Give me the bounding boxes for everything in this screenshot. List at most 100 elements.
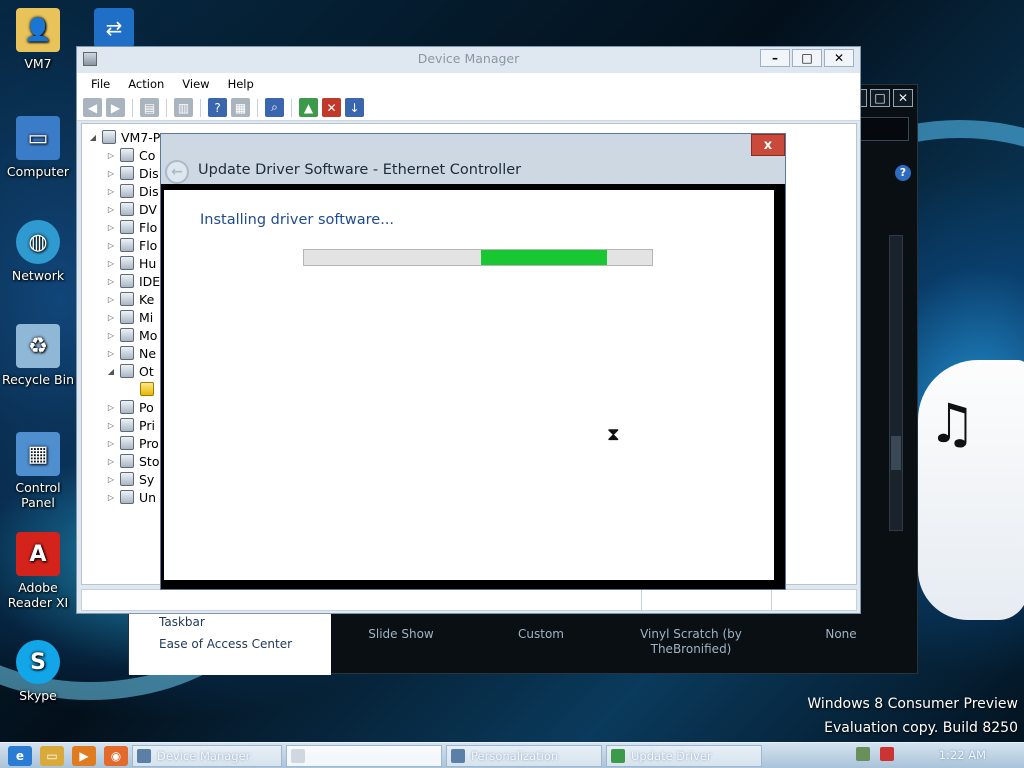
- expand-arrow-icon[interactable]: ▷: [106, 349, 116, 358]
- tree-item[interactable]: ▷ DV: [106, 200, 157, 218]
- close-button[interactable]: x: [751, 134, 785, 156]
- help-icon[interactable]: ?: [895, 165, 911, 181]
- update-driver-icon[interactable]: ▲: [299, 98, 318, 117]
- menu-bar: File Action View Help: [77, 73, 860, 95]
- maximize-button[interactable]: □: [870, 89, 890, 107]
- tree-item[interactable]: ▷ Po: [106, 398, 154, 416]
- enable-device-icon[interactable]: ↓: [345, 98, 364, 117]
- tree-item[interactable]: ▷ Mi: [106, 308, 153, 326]
- taskbar-task-update-driver[interactable]: Update Driver: [606, 744, 762, 767]
- expand-arrow-icon[interactable]: ▷: [106, 259, 116, 268]
- tree-item[interactable]: ▷ Mo: [106, 326, 158, 344]
- tree-item[interactable]: ▷ Pro: [106, 434, 159, 452]
- tree-item[interactable]: ▷ IDE: [106, 272, 160, 290]
- menu-view[interactable]: View: [176, 73, 221, 95]
- desktop-icon-adobe-reader[interactable]: A Adobe Reader XI: [0, 532, 76, 610]
- tree-item[interactable]: ▷ Un: [106, 488, 156, 506]
- theme-scrollbar[interactable]: [889, 235, 903, 531]
- expand-arrow-icon[interactable]: ▷: [106, 457, 116, 466]
- scrollbar-thumb[interactable]: [891, 436, 901, 470]
- tree-item-other-devices[interactable]: ◢ Ot: [106, 362, 154, 380]
- expand-arrow-icon[interactable]: ▷: [106, 313, 116, 322]
- device-category-icon: [120, 220, 134, 234]
- desktop-icon-recycle-bin[interactable]: ♻ Recycle Bin: [0, 324, 76, 387]
- expand-arrow-icon[interactable]: ▷: [106, 295, 116, 304]
- action-pane-icon[interactable]: ▦: [231, 98, 250, 117]
- back-arrow-icon[interactable]: ←: [165, 160, 189, 184]
- update-driver-dialog[interactable]: x ← Update Driver Software - Ethernet Co…: [160, 133, 786, 590]
- menu-help[interactable]: Help: [222, 73, 266, 95]
- desktop-icon-network[interactable]: ◍ Network: [0, 220, 76, 283]
- desktop-icon-computer[interactable]: ▭ Computer: [0, 116, 76, 179]
- search-input[interactable]: [859, 117, 909, 141]
- tree-item[interactable]: ▷ Sto: [106, 452, 160, 470]
- desktop-icon-control-panel[interactable]: ▦ Control Panel: [0, 432, 76, 510]
- tree-root[interactable]: ◢ VM7-PC: [88, 128, 169, 146]
- help-icon[interactable]: ?: [208, 98, 227, 117]
- expand-arrow-icon[interactable]: ▷: [106, 403, 116, 412]
- device-category-icon: [120, 436, 134, 450]
- theme-none[interactable]: None: [771, 613, 911, 669]
- status-bar: [81, 589, 857, 611]
- properties-icon[interactable]: ▥: [174, 98, 193, 117]
- theme-slide-show[interactable]: Slide Show: [331, 613, 471, 669]
- tree-item[interactable]: ▷ Ke: [106, 290, 154, 308]
- link-taskbar[interactable]: Taskbar: [129, 611, 331, 633]
- forward-arrow-icon[interactable]: ▶: [106, 98, 125, 117]
- expand-arrow-icon[interactable]: ▷: [106, 421, 116, 430]
- tree-item[interactable]: ▷ Hu: [106, 254, 156, 272]
- back-arrow-icon[interactable]: ◀: [83, 98, 102, 117]
- uninstall-icon[interactable]: ✕: [322, 98, 341, 117]
- expand-arrow-icon[interactable]: ▷: [106, 493, 116, 502]
- taskbar-task-personalization[interactable]: Personalization: [446, 744, 602, 767]
- show-hide-console-tree-icon[interactable]: ▤: [140, 98, 159, 117]
- media-player-icon[interactable]: ▶: [72, 745, 96, 766]
- theme-vinyl-scratch[interactable]: Vinyl Scratch (by TheBronified): [611, 613, 771, 669]
- taskbar-task-device-manager[interactable]: Device Manager: [132, 744, 282, 767]
- teamviewer-icon[interactable]: ⇄: [94, 8, 134, 48]
- maximize-button[interactable]: □: [792, 49, 822, 67]
- theme-options: Slide Show Custom Vinyl Scratch (by TheB…: [331, 613, 911, 669]
- expand-arrow-icon[interactable]: ▷: [106, 169, 116, 178]
- internet-explorer-icon[interactable]: e: [8, 745, 32, 766]
- expand-arrow-icon[interactable]: ▷: [106, 277, 116, 286]
- link-ease-of-access[interactable]: Ease of Access Center: [129, 633, 331, 655]
- close-button[interactable]: ✕: [824, 49, 854, 67]
- warning-icon: [140, 382, 154, 396]
- desktop-icon-skype[interactable]: S Skype: [0, 640, 76, 703]
- expand-arrow-icon[interactable]: ▷: [106, 187, 116, 196]
- tree-item[interactable]: ▷ Ne: [106, 344, 156, 362]
- tree-item[interactable]: ▷ Flo: [106, 218, 157, 236]
- tree-item[interactable]: ▷ Co: [106, 146, 155, 164]
- tree-item-ethernet-controller[interactable]: [126, 380, 159, 398]
- menu-action[interactable]: Action: [122, 73, 176, 95]
- tree-item[interactable]: ▷ Sy: [106, 470, 154, 488]
- theme-custom[interactable]: Custom: [471, 613, 611, 669]
- volume-muted-icon[interactable]: [880, 747, 894, 761]
- expand-arrow-icon[interactable]: ▷: [106, 205, 116, 214]
- file-explorer-icon[interactable]: ▭: [40, 745, 64, 766]
- close-button[interactable]: ✕: [893, 89, 913, 107]
- clock[interactable]: 1:22 AM: [939, 748, 986, 762]
- chat-app-icon[interactable]: ◉: [104, 745, 128, 766]
- tree-item[interactable]: ▷ Dis: [106, 164, 159, 182]
- expand-arrow-icon[interactable]: ▷: [106, 151, 116, 160]
- expand-arrow-icon[interactable]: ▷: [106, 223, 116, 232]
- tree-item[interactable]: ▷ Flo: [106, 236, 157, 254]
- expand-arrow-icon[interactable]: ▷: [106, 241, 116, 250]
- expand-arrow-icon[interactable]: ▷: [106, 439, 116, 448]
- expand-arrow-icon[interactable]: ▷: [106, 331, 116, 340]
- menu-file[interactable]: File: [85, 73, 122, 95]
- scan-hardware-icon[interactable]: ⌕: [265, 98, 284, 117]
- progress-bar-segment: [481, 250, 607, 265]
- collapse-arrow-icon[interactable]: ◢: [106, 367, 116, 376]
- network-tray-icon[interactable]: [856, 747, 870, 761]
- taskbar-task-blank[interactable]: [286, 744, 442, 767]
- expand-arrow-icon[interactable]: ▷: [106, 475, 116, 484]
- tree-item[interactable]: ▷ Dis: [106, 182, 159, 200]
- tree-item[interactable]: ▷ Pri: [106, 416, 155, 434]
- minimize-button[interactable]: –: [760, 49, 790, 67]
- collapse-arrow-icon[interactable]: ◢: [88, 133, 98, 142]
- desktop-icon-vm7[interactable]: 👤 VM7: [0, 8, 76, 71]
- status-pane: [772, 590, 856, 610]
